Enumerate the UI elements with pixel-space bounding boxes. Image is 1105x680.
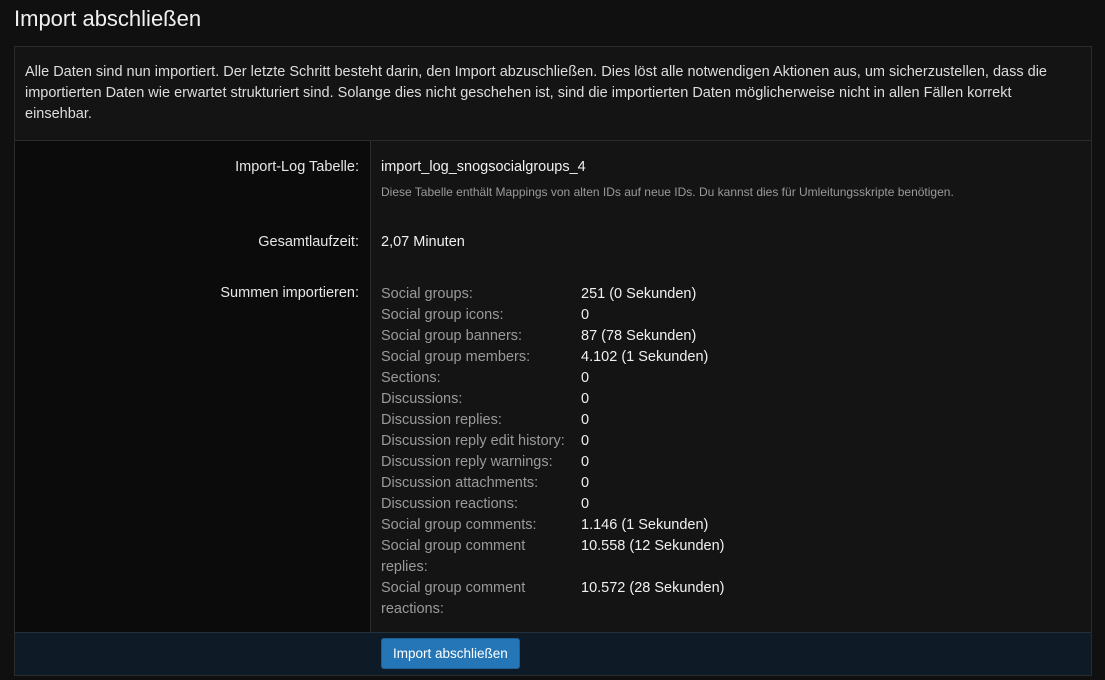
totals-row: Social group icons: 0 <box>381 305 781 326</box>
totals-row-name: Discussion reply warnings: <box>381 454 553 470</box>
totals-row-value: 10.558 (12 Sekunden) <box>581 538 725 554</box>
totals-row-value: 0 <box>581 475 590 491</box>
totals-row: Discussion reply warnings: 0 <box>381 452 781 473</box>
totals-row-name: Social group comment replies: <box>381 538 526 575</box>
totals-row-name: Social group comments: <box>381 517 537 533</box>
label-column <box>15 141 371 633</box>
totals-list: Social groups: 251 (0 Sekunden) Social gro… <box>381 284 781 620</box>
totals-row-name: Discussion replies: <box>381 412 502 428</box>
totals-row: Social group comment reactions: 10.572 (28… <box>381 578 781 620</box>
totals-row-name: Social group comment reactions: <box>381 580 526 617</box>
totals-row-value: 0 <box>581 370 590 386</box>
totals-row-name: Sections: <box>381 370 441 386</box>
totals-row-name: Discussions: <box>381 391 463 407</box>
totals-row-value: 251 (0 Sekunden) <box>581 286 697 302</box>
totals-row: Social groups: 251 (0 Sekunden) <box>381 284 781 305</box>
log-table-label: Import-Log Tabelle: <box>235 159 359 175</box>
totals-row-value: 10.572 (28 Sekunden) <box>581 580 725 596</box>
form-footer: Import abschließen <box>15 632 1091 675</box>
totals-row-value: 0 <box>581 496 590 512</box>
totals-row-name: Social group icons: <box>381 307 504 323</box>
totals-row-value: 0 <box>581 433 590 449</box>
totals-row: Social group members: 4.102 (1 Sekunden) <box>381 347 781 368</box>
totals-row: Discussion reply edit history: 0 <box>381 431 781 452</box>
totals-row-name: Discussion reply edit history: <box>381 433 565 449</box>
import-complete-block: Alle Daten sind nun importiert. Der letz… <box>14 46 1092 676</box>
totals-row-name: Social group members: <box>381 349 531 365</box>
totals-row-value: 0 <box>581 391 590 407</box>
totals-row-value: 0 <box>581 307 590 323</box>
totals-row-value: 0 <box>581 412 590 428</box>
page-title: Import abschließen <box>14 6 202 31</box>
totals-label: Summen importieren: <box>220 285 359 301</box>
complete-import-button[interactable]: Import abschließen <box>381 638 520 669</box>
totals-row-value: 0 <box>581 454 590 470</box>
totals-row: Sections: 0 <box>381 368 781 389</box>
totals-row: Social group comment replies: 10.558 (12 S… <box>381 536 781 578</box>
log-table-value: import_log_snogsocialgroups_4 <box>381 159 586 175</box>
totals-row-value: 87 (78 Sekunden) <box>581 328 697 344</box>
totals-row-name: Discussion attachments: <box>381 475 539 491</box>
totals-row-value: 4.102 (1 Sekunden) <box>581 349 709 365</box>
totals-row: Social group comments: 1.146 (1 Sekunden) <box>381 515 781 536</box>
totals-row: Social group banners: 87 (78 Sekunden) <box>381 326 781 347</box>
totals-row: Discussion replies: 0 <box>381 410 781 431</box>
form-body: Import-Log Tabelle: import_log_snogsocia… <box>15 141 1091 633</box>
totals-row-value: 1.146 (1 Sekunden) <box>581 517 709 533</box>
log-table-hint: Diese Tabelle enthält Mappings von alten… <box>381 185 954 199</box>
totals-row-name: Social groups: <box>381 286 473 302</box>
totals-row: Discussions: 0 <box>381 389 781 410</box>
runtime-value: 2,07 Minuten <box>381 234 465 250</box>
runtime-label: Gesamtlaufzeit: <box>258 234 359 250</box>
totals-row: Discussion reactions: 0 <box>381 494 781 515</box>
totals-row-name: Discussion reactions: <box>381 496 518 512</box>
intro-text: Alle Daten sind nun importiert. Der letz… <box>15 47 1091 141</box>
totals-row-name: Social group banners: <box>381 328 523 344</box>
totals-row: Discussion attachments: 0 <box>381 473 781 494</box>
